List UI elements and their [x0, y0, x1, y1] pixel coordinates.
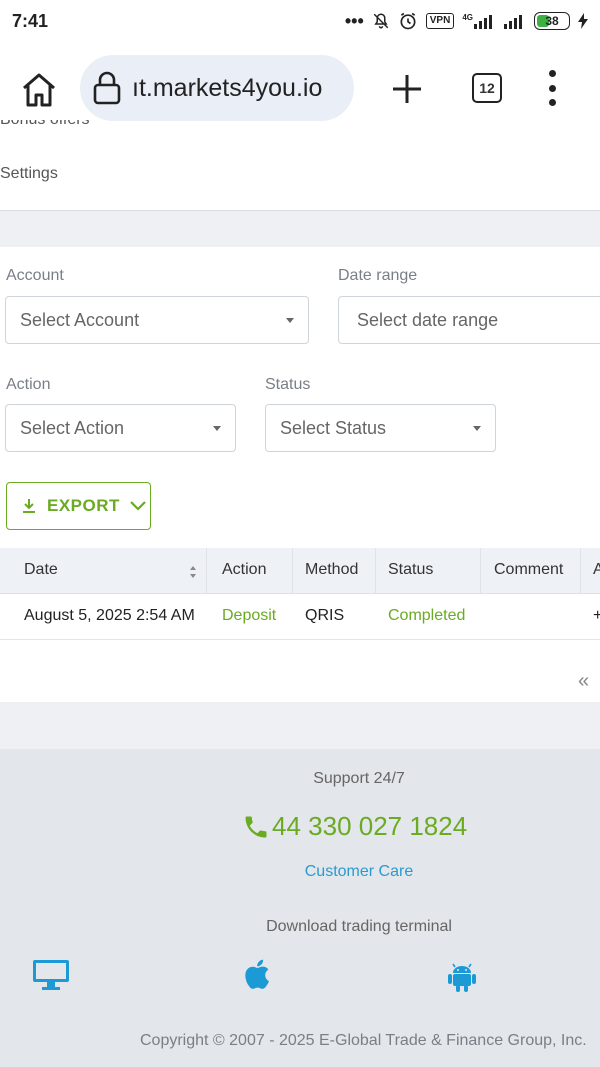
- date-range-label: Date range: [338, 267, 418, 284]
- row-method: QRIS: [305, 607, 345, 624]
- phone-number: 44 330 027 1824: [272, 811, 468, 841]
- table-header: Date Action Method Status Comment A: [0, 548, 600, 594]
- account-select-value: Select Account: [20, 309, 140, 330]
- sort-icon[interactable]: [188, 563, 198, 581]
- support-text: Support 24/7: [313, 770, 405, 787]
- browser-menu-button[interactable]: [540, 70, 564, 106]
- column-separator: [375, 548, 376, 594]
- action-select-value: Select Action: [20, 417, 125, 438]
- bell-off-icon: [373, 13, 389, 29]
- account-select[interactable]: Select Account: [5, 296, 309, 344]
- status-select-value: Select Status: [280, 417, 387, 438]
- status-select[interactable]: Select Status: [265, 404, 496, 452]
- status-time: 7:41: [12, 10, 49, 31]
- battery-icon: 38: [534, 12, 570, 30]
- desktop-icon[interactable]: [32, 959, 70, 991]
- account-label: Account: [6, 267, 64, 284]
- row-date: August 5, 2025 2:54 AM: [24, 607, 195, 624]
- column-separator: [206, 548, 207, 594]
- date-range-placeholder: Select date range: [357, 309, 499, 330]
- footer: Support 24/7 44 330 027 1824 Customer Ca…: [0, 749, 600, 1067]
- row-amount: +: [593, 607, 600, 624]
- apple-icon[interactable]: [241, 957, 271, 991]
- action-label: Action: [6, 376, 51, 393]
- bonus-offers-link[interactable]: Bonus offers: [0, 120, 90, 136]
- column-header-status: Status: [388, 561, 434, 578]
- menu-dot: [548, 99, 556, 106]
- column-header-action: Action: [222, 561, 267, 578]
- caret-down-icon: [286, 318, 294, 323]
- menu-dot: [548, 70, 556, 77]
- signal-icon: [504, 15, 522, 29]
- section-spacer: [0, 211, 600, 247]
- column-header-amount: A: [593, 561, 600, 578]
- vpn-icon: VPN: [425, 13, 455, 29]
- android-icon[interactable]: [448, 961, 476, 993]
- status-icons: ••• VPN 4G 38: [345, 11, 588, 32]
- settings-link[interactable]: Settings: [0, 165, 58, 183]
- menu-dot: [548, 84, 556, 92]
- status-label: Status: [265, 376, 311, 393]
- download-terminal-text: Download trading terminal: [266, 918, 452, 935]
- download-icon: [23, 499, 35, 513]
- customer-care-link[interactable]: Customer Care: [0, 863, 600, 881]
- export-button[interactable]: EXPORT: [6, 482, 151, 530]
- more-dots-icon: •••: [344, 10, 364, 31]
- column-header-date[interactable]: Date: [24, 561, 58, 579]
- column-separator: [580, 548, 581, 594]
- charging-icon: [578, 13, 588, 29]
- lock-icon: [93, 71, 121, 105]
- alarm-icon: [400, 12, 416, 30]
- status-bar: 7:41 ••• VPN 4G 38: [0, 0, 600, 42]
- caret-down-icon: [473, 426, 481, 431]
- column-header-method: Method: [305, 561, 359, 578]
- phone-link[interactable]: 44 330 027 1824: [242, 811, 467, 842]
- action-select[interactable]: Select Action: [5, 404, 236, 452]
- chevron-down-icon: [130, 501, 146, 511]
- caret-down-icon: [213, 426, 221, 431]
- column-separator: [480, 548, 481, 594]
- address-bar[interactable]: ıt.markets4you.io: [80, 55, 354, 121]
- row-action: Deposit: [222, 607, 277, 624]
- new-tab-button[interactable]: [390, 72, 424, 106]
- pagination-prev-button[interactable]: «: [578, 670, 589, 693]
- plus-icon: [393, 75, 421, 103]
- phone-icon: [245, 816, 267, 837]
- date-range-input[interactable]: Select date range: [338, 296, 600, 344]
- copyright-text: Copyright © 2007 - 2025 E-Global Trade &…: [140, 1032, 587, 1049]
- browser-toolbar: ıt.markets4you.io 12: [0, 42, 600, 136]
- tab-switcher-button[interactable]: 12: [472, 73, 502, 103]
- table-row: August 5, 2025 2:54 AM Deposit QRIS Comp…: [0, 594, 600, 640]
- home-button[interactable]: [18, 70, 60, 110]
- url-text: ıt.markets4you.io: [132, 73, 323, 102]
- signal-4g-icon: 4G: [462, 13, 496, 29]
- home-icon: [23, 73, 55, 107]
- column-header-comment: Comment: [494, 561, 564, 578]
- row-status: Completed: [388, 607, 466, 624]
- export-label: EXPORT: [47, 496, 120, 515]
- column-separator: [292, 548, 293, 594]
- section-spacer: [0, 702, 600, 749]
